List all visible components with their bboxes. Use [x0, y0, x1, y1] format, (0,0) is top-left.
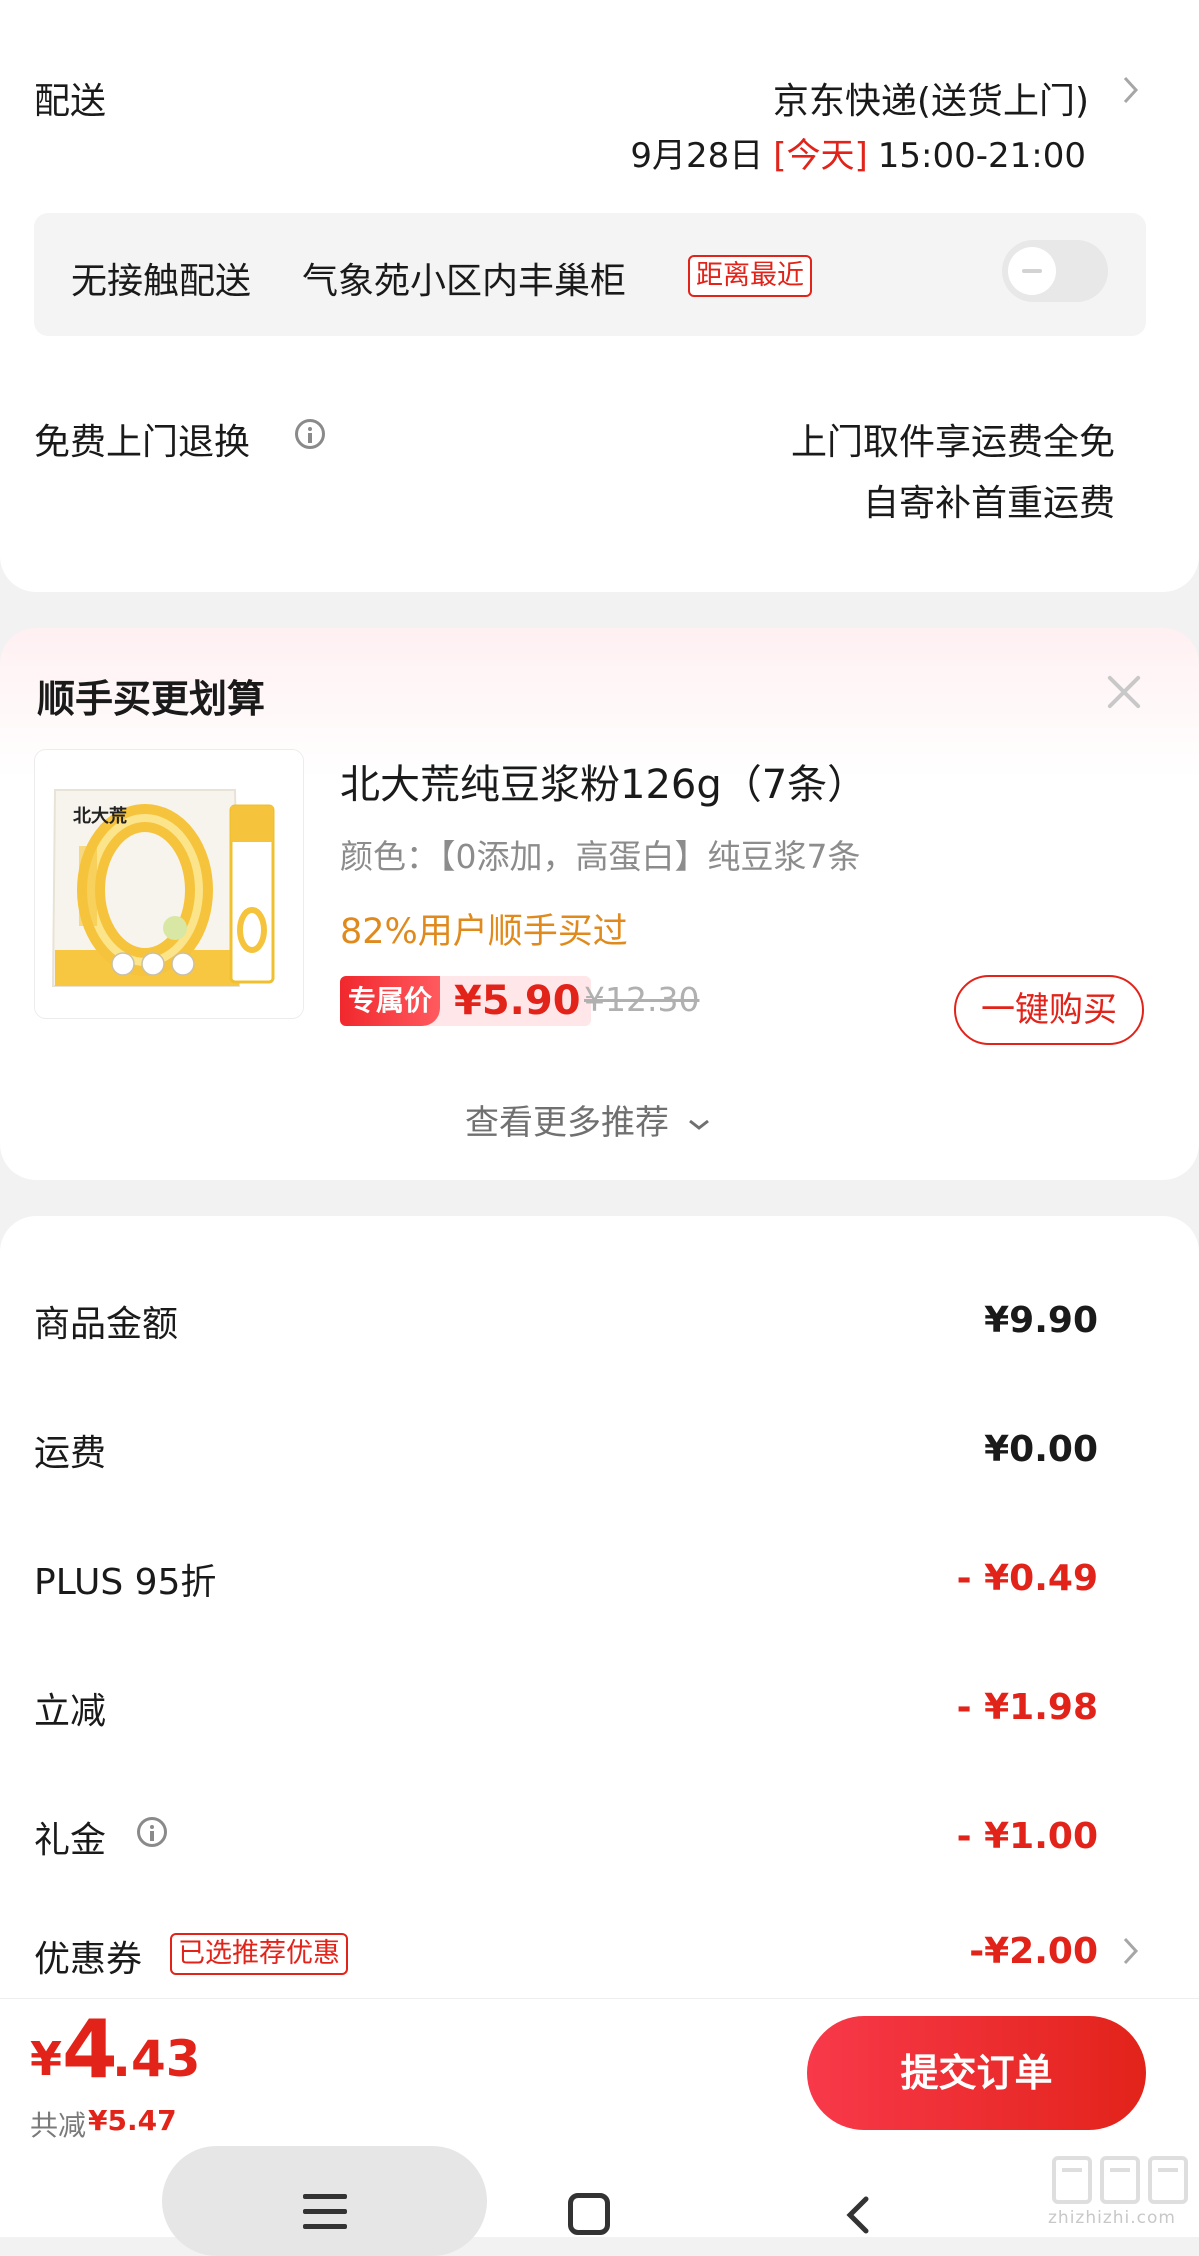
toggle-knob	[1008, 247, 1056, 295]
summary-value-gift: - ¥1.00	[956, 1816, 1098, 1857]
saved-label: 共减	[30, 2109, 87, 2142]
exclusive-price: ¥5.90	[454, 978, 581, 1024]
locker-name: 气象苑小区内丰巢柜	[302, 261, 627, 302]
contactless-toggle[interactable]	[1002, 240, 1108, 302]
one-click-buy-button[interactable]: 一键购买	[954, 975, 1144, 1045]
returns-line2: 自寄补首重运费	[862, 483, 1115, 524]
summary-label-gift: 礼金	[34, 1820, 107, 1861]
total-price-integer: 4	[62, 2003, 118, 2096]
original-price: ¥12.30	[584, 980, 700, 1019]
product-image[interactable]: 北大荒	[34, 749, 304, 1019]
close-icon[interactable]	[1104, 672, 1144, 712]
upsell-title: 顺手买更划算	[37, 677, 266, 721]
delivery-label: 配送	[34, 81, 107, 122]
back-icon[interactable]	[838, 2195, 878, 2235]
summary-value-goods: ¥9.90	[984, 1300, 1098, 1341]
summary-label-coupon[interactable]: 优惠券	[34, 1930, 142, 1982]
summary-label-plus: PLUS 95折	[34, 1562, 217, 1603]
summary-value-instant-discount: - ¥1.98	[956, 1687, 1098, 1728]
recent-apps-icon[interactable]	[303, 2194, 347, 2230]
nearest-tag: 距离最近	[688, 255, 812, 297]
chevron-right-icon[interactable]	[1122, 1933, 1140, 1973]
info-icon[interactable]	[137, 1817, 167, 1847]
product-title[interactable]: 北大荒纯豆浆粉126g（7条）	[340, 752, 867, 810]
product-spec: 颜色：【0添加，高蛋白】纯豆浆7条	[340, 837, 861, 876]
summary-value-shipping: ¥0.00	[984, 1429, 1098, 1470]
home-icon[interactable]	[568, 2193, 610, 2235]
returns-line1: 上门取件享运费全免	[790, 422, 1115, 463]
exclusive-price-chip: 专属价 ¥5.90	[340, 976, 591, 1026]
chevron-right-icon[interactable]	[1122, 72, 1140, 117]
submit-order-button[interactable]: 提交订单	[807, 2016, 1146, 2130]
delivery-carrier[interactable]: 京东快递(送货上门)	[773, 72, 1089, 124]
contactless-label: 无接触配送	[71, 261, 252, 302]
info-icon[interactable]	[295, 419, 325, 449]
summary-value-coupon[interactable]: -¥2.00	[969, 1931, 1098, 1972]
total-currency: ¥	[30, 2032, 63, 2086]
brand-logo: 北大荒	[73, 806, 127, 827]
delivery-window: 15:00-21:00	[877, 136, 1086, 176]
summary-label-shipping: 运费	[34, 1433, 107, 1474]
coupon-recommended-tag: 已选推荐优惠	[170, 1933, 348, 1975]
social-proof: 82%用户顺手买过	[340, 912, 628, 952]
summary-label-instant-discount: 立减	[34, 1691, 107, 1732]
today-tag: [今天]	[773, 136, 868, 176]
returns-label: 免费上门退换	[34, 422, 251, 463]
delivery-time[interactable]: 9月28日 [今天] 15:00-21:00	[630, 128, 1086, 177]
exclusive-price-tag: 专属价	[340, 976, 441, 1026]
summary-label-goods: 商品金额	[34, 1304, 179, 1345]
watermark-text: zhizhizhi.com	[1048, 2208, 1176, 2228]
total-price-decimal: .43	[112, 2030, 201, 2088]
summary-value-plus: - ¥0.49	[956, 1558, 1098, 1599]
delivery-date: 9月28日	[630, 136, 764, 176]
saved-amount: ¥5.47	[88, 2104, 177, 2137]
more-recommendations-link[interactable]: 查看更多推荐	[465, 1095, 712, 1144]
chevron-down-icon	[688, 1119, 709, 1130]
more-recommendations-label: 查看更多推荐	[465, 1103, 669, 1143]
